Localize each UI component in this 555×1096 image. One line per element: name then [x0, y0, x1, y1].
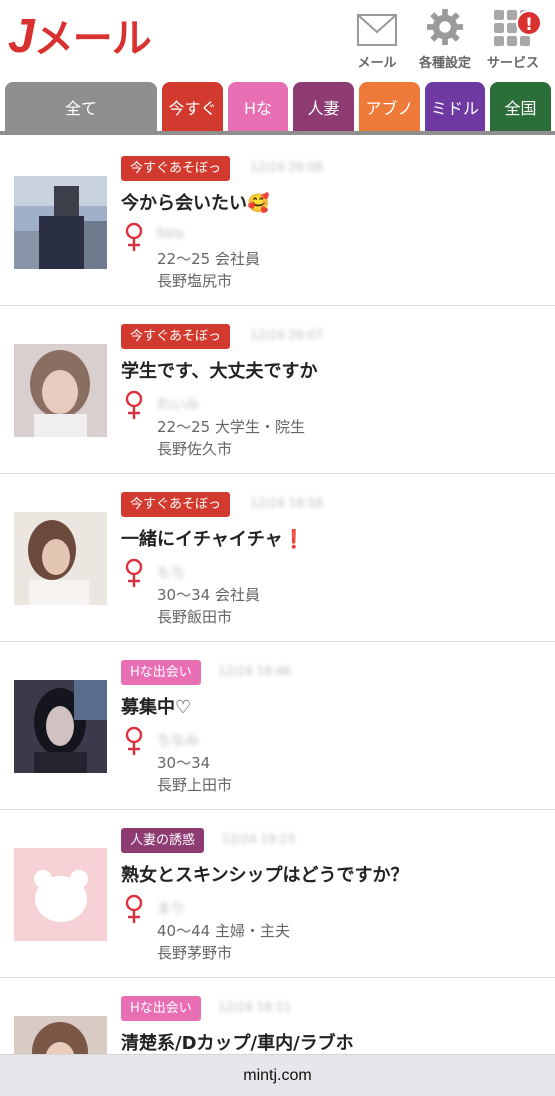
category-tag: Hな出会い: [121, 660, 201, 685]
post-item[interactable]: 今すぐあそぼっ 12/24 19:58 一緒にイチャイチャ❗️ もち 30〜34…: [0, 474, 555, 642]
default-avatar-icon: [33, 869, 88, 922]
avatar: [14, 512, 107, 605]
tab-label: 全て: [64, 98, 97, 118]
service-label: サービス: [486, 56, 539, 71]
tab-now[interactable]: 今すぐ: [162, 82, 223, 131]
category-tag: 今すぐあそぼっ: [121, 324, 231, 349]
post-title: 学生です、大丈夫ですか: [121, 361, 318, 382]
location: 長野茅野市: [157, 944, 233, 962]
avatar: [14, 176, 107, 269]
post-time: 12/24 19:23: [222, 832, 295, 846]
mail-icon: [357, 14, 397, 46]
url-text: mintj.com: [243, 1067, 312, 1084]
tab-label: 今すぐ: [168, 98, 217, 118]
tab-abno[interactable]: アブノ: [359, 82, 420, 131]
notification-badge: !: [516, 10, 542, 36]
service-button[interactable]: ! サービス: [478, 8, 548, 71]
nickname: ちなみ: [157, 733, 199, 749]
tab-all[interactable]: 全て: [5, 82, 157, 131]
tab-h[interactable]: Hな: [228, 82, 288, 131]
tab-label: アブノ: [365, 98, 414, 118]
post-title: 今から会いたい🥰: [121, 193, 270, 214]
post-item[interactable]: 今すぐあそぼっ 12/24 20:07 学生です、大丈夫ですか れいみ 22〜2…: [0, 306, 555, 474]
post-item[interactable]: 人妻の誘惑 12/24 19:23 熟女とスキンシップはどうですか？ まり 40…: [0, 810, 555, 978]
location: 長野上田市: [157, 776, 233, 794]
female-icon: [125, 390, 143, 419]
tab-middle[interactable]: ミドル: [425, 82, 485, 131]
nickname: まり: [157, 901, 185, 917]
gear-icon: [426, 8, 464, 46]
tab-label: 全国: [504, 98, 537, 118]
female-icon: [125, 894, 143, 923]
location: 長野佐久市: [157, 440, 233, 458]
tabs-underline: [0, 131, 555, 135]
post-item[interactable]: 今すぐあそぼっ 12/24 20:08 今から会いたい🥰 hiro 22〜25 …: [0, 138, 555, 306]
avatar: [14, 680, 107, 773]
location: 長野塩尻市: [157, 272, 233, 290]
settings-label: 各種設定: [418, 56, 471, 71]
post-time: 12/24 19:11: [218, 1000, 291, 1014]
age-occupation: 40〜44 主婦・主夫: [157, 922, 290, 940]
tab-label: ミドル: [430, 98, 479, 118]
settings-button[interactable]: 各種設定: [410, 8, 480, 71]
tab-nationwide[interactable]: 全国: [490, 82, 551, 131]
nickname: れいみ: [157, 397, 199, 413]
female-icon: [125, 726, 143, 755]
avatar-placeholder: [14, 848, 107, 941]
category-tabs: 全て 今すぐ Hな 人妻 アブノ ミドル 全国: [0, 82, 555, 134]
app-header: Jメール メール 各種設定 ! サービス: [0, 0, 555, 80]
category-tag: 人妻の誘惑: [121, 828, 205, 853]
post-title: 一緒にイチャイチャ❗️: [121, 529, 306, 550]
female-icon: [125, 222, 143, 251]
post-time: 12/24 20:08: [250, 160, 323, 174]
post-title: 募集中♡: [121, 697, 192, 718]
nickname: もち: [157, 565, 185, 581]
post-title: 清楚系/Dカップ/車内/ラブホ: [121, 1033, 354, 1054]
post-time: 12/24 20:07: [250, 328, 323, 342]
age-occupation: 30〜34 会社員: [157, 586, 260, 604]
tab-label: 人妻: [307, 98, 340, 118]
nickname: hiro: [157, 226, 184, 242]
age-occupation: 30〜34: [157, 754, 211, 772]
location: 長野飯田市: [157, 608, 233, 626]
post-time: 12/24 19:58: [250, 496, 323, 510]
tab-wife[interactable]: 人妻: [293, 82, 354, 131]
age-occupation: 22〜25 大学生・院生: [157, 418, 305, 436]
post-time: 12/24 19:46: [218, 664, 291, 678]
post-title: 熟女とスキンシップはどうですか？: [121, 865, 409, 886]
jmail-logo[interactable]: Jメール: [8, 12, 152, 62]
category-tag: 今すぐあそぼっ: [121, 156, 231, 181]
mail-button[interactable]: メール: [342, 8, 412, 71]
avatar: [14, 344, 107, 437]
category-tag: 今すぐあそぼっ: [121, 492, 231, 517]
post-item[interactable]: Hな出会い 12/24 19:46 募集中♡ ちなみ 30〜34 長野上田市: [0, 642, 555, 810]
category-tag: Hな出会い: [121, 996, 201, 1021]
mail-label: メール: [357, 56, 397, 71]
tab-label: Hな: [243, 98, 273, 118]
female-icon: [125, 558, 143, 587]
age-occupation: 22〜25 会社員: [157, 250, 260, 268]
browser-url-bar[interactable]: mintj.com: [0, 1054, 555, 1096]
